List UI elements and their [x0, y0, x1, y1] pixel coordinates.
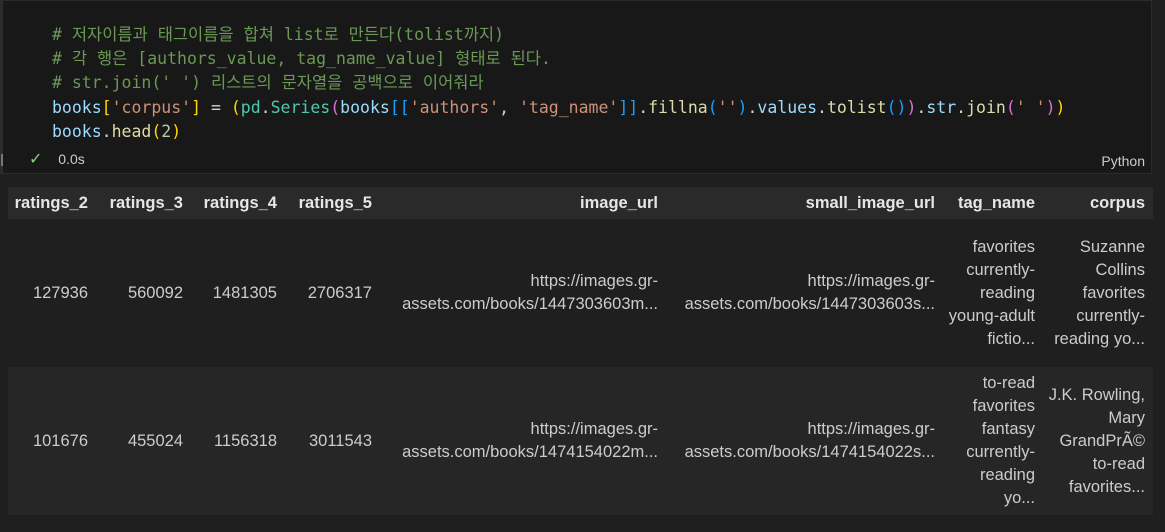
table-row: 127936 560092 1481305 2706317 https://images…	[8, 219, 1153, 367]
code-token: books	[52, 121, 102, 141]
column-header-ratings-3: ratings_3	[96, 187, 191, 219]
code-token: 'tag_name'	[518, 97, 619, 117]
code-token: .	[817, 97, 827, 117]
table-header-row: ratings_2 ratings_3 ratings_4 ratings_5 imag…	[8, 187, 1153, 219]
table-cell: to-read favorites fantasy currently-read…	[943, 367, 1043, 515]
code-token: pd	[240, 97, 261, 117]
code-line: books.head(2)	[52, 120, 1065, 144]
execution-time: 0.0s	[58, 151, 85, 167]
table-cell: https://images.gr-assets.com/books/14741…	[380, 367, 666, 515]
table-cell: Suzanne Collins favorites currently-read…	[1043, 219, 1153, 367]
code-token: [	[101, 97, 112, 117]
check-icon: ✓	[29, 151, 43, 168]
dataframe-output: ratings_2 ratings_3 ratings_4 ratings_5 imag…	[8, 187, 1153, 515]
execution-marker	[1, 154, 3, 166]
code-token: tolist	[826, 97, 887, 117]
code-token: .	[916, 97, 927, 117]
table-cell: 1481305	[191, 219, 285, 367]
table-cell: J.K. Rowling, Mary GrandPrÃ© to-read fav…	[1043, 367, 1153, 515]
code-token: str	[926, 97, 957, 117]
column-header-ratings-4: ratings_4	[191, 187, 285, 219]
table-cell: 127936	[8, 219, 96, 367]
code-token: fillna	[648, 97, 708, 117]
code-token: (	[1005, 97, 1016, 117]
code-token: head	[111, 121, 152, 141]
code-token: )	[906, 97, 917, 117]
code-token: 'authors'	[409, 97, 500, 117]
code-token: )	[737, 97, 748, 117]
code-cell[interactable]: # 저자이름과 태그이름을 합쳐 list로 만든다(tolist까지) # 각 …	[0, 0, 1152, 174]
code-token: (	[707, 97, 718, 117]
code-token: # 저자이름과 태그이름을 합쳐 list로 만든다(tolist까지)	[52, 25, 505, 44]
code-token: ''	[717, 97, 738, 117]
table-cell: 455024	[96, 367, 191, 515]
code-token: .	[747, 97, 758, 117]
code-editor[interactable]: # 저자이름과 태그이름을 합쳐 list로 만든다(tolist까지) # 각 …	[52, 23, 1065, 144]
table-cell: https://images.gr-assets.com/books/14473…	[666, 219, 943, 367]
column-header-corpus: corpus	[1043, 187, 1153, 219]
code-token: books	[52, 97, 102, 117]
column-header-ratings-2: ratings_2	[8, 187, 96, 219]
code-token: ]	[191, 97, 202, 117]
code-token: Series	[270, 97, 331, 117]
column-header-ratings-5: ratings_5	[285, 187, 380, 219]
code-token: 2	[161, 121, 172, 141]
code-token: ()	[886, 97, 907, 117]
code-token: .	[956, 97, 967, 117]
code-token: ,	[499, 97, 519, 117]
code-token: =	[201, 97, 231, 117]
table-cell: 3011543	[285, 367, 380, 515]
table-cell: favorites currently-reading young-adult …	[943, 219, 1043, 367]
code-token: (	[151, 121, 162, 141]
code-token: )	[1045, 97, 1056, 117]
code-token: )	[171, 121, 182, 141]
code-token: # 각 행은 [authors_value, tag_name_value] 형…	[52, 49, 551, 69]
code-token: [[	[389, 97, 410, 117]
code-token: ]]	[618, 97, 639, 117]
table-cell: 2706317	[285, 219, 380, 367]
table-cell: https://images.gr-assets.com/books/14473…	[380, 219, 666, 367]
column-header-small-image-url: small_image_url	[666, 187, 943, 219]
table-row: 101676 455024 1156318 3011543 https://images…	[8, 367, 1153, 515]
language-selector[interactable]: Python	[1101, 153, 1145, 169]
column-header-image-url: image_url	[380, 187, 666, 219]
code-token: .	[260, 97, 271, 117]
code-line: books['corpus'] = (pd.Series(books[['aut…	[52, 96, 1065, 120]
code-line: # 저자이름과 태그이름을 합쳐 list로 만든다(tolist까지)	[52, 23, 1065, 47]
code-token: values	[757, 97, 818, 117]
code-token: (	[330, 97, 341, 117]
code-token: (	[230, 97, 241, 117]
code-token: 'corpus'	[111, 97, 192, 117]
code-token: )	[1055, 97, 1066, 117]
table-cell: 560092	[96, 219, 191, 367]
table-cell: 101676	[8, 367, 96, 515]
code-token: # str.join(' ') 리스트의 문자열을 공백으로 이어줘라	[52, 73, 484, 93]
code-token: books	[340, 97, 390, 117]
table-cell: https://images.gr-assets.com/books/14741…	[666, 367, 943, 515]
cell-focus-bar	[1, 1, 3, 173]
table-cell: 1156318	[191, 367, 285, 515]
column-header-tag-name: tag_name	[943, 187, 1043, 219]
code-token: join	[966, 97, 1006, 117]
code-token: .	[101, 121, 112, 141]
code-line: # str.join(' ') 리스트의 문자열을 공백으로 이어줘라	[52, 71, 1065, 95]
code-token: ' '	[1015, 97, 1046, 117]
execution-status: ✓ 0.0s	[29, 149, 85, 169]
code-line: # 각 행은 [authors_value, tag_name_value] 형…	[52, 47, 1065, 71]
code-token: .	[638, 97, 649, 117]
